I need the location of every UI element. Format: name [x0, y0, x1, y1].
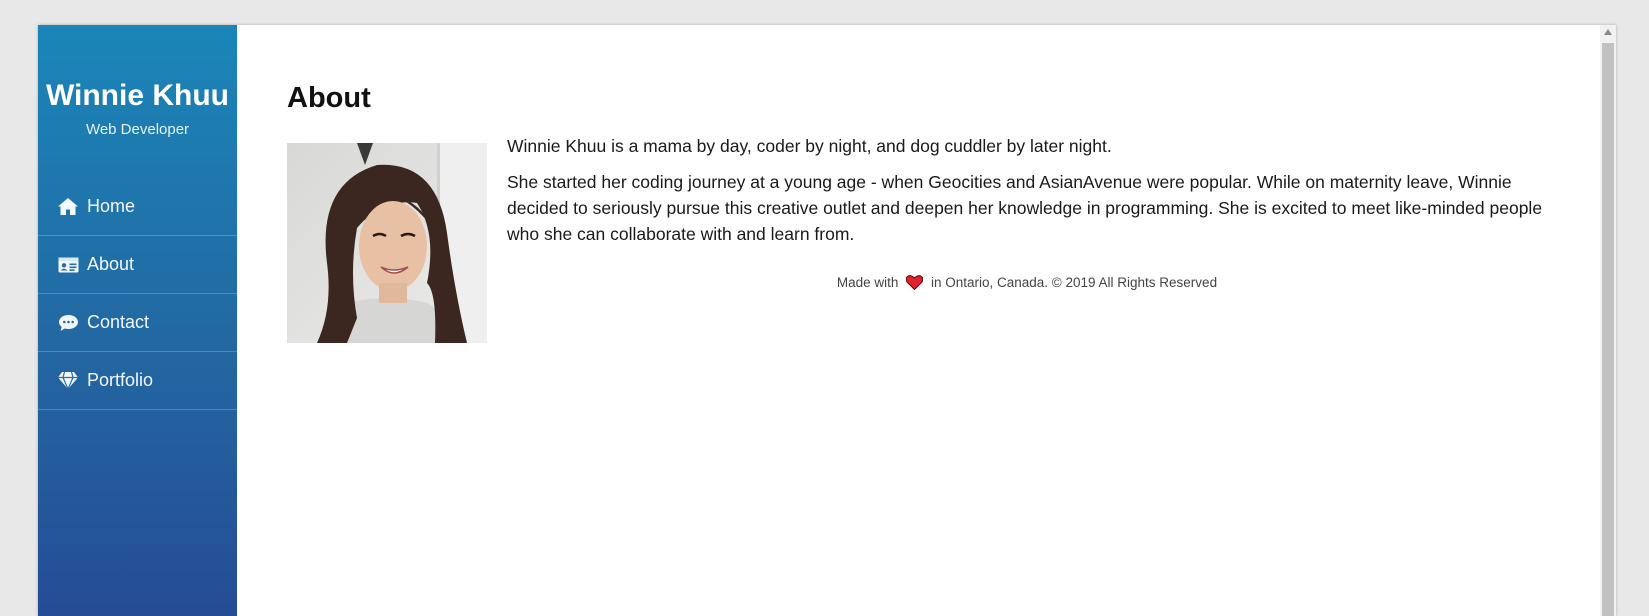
- comment-icon: [57, 314, 79, 332]
- page-title: About: [287, 82, 371, 114]
- sidebar-item-label: Home: [87, 196, 136, 216]
- vertical-scrollbar[interactable]: [1600, 25, 1616, 616]
- sidebar: Winnie Khuu Web Developer Home About Con…: [38, 25, 237, 616]
- bio-paragraph: She started her coding journey at a youn…: [507, 172, 1543, 244]
- browser-window: Winnie Khuu Web Developer Home About Con…: [38, 25, 1616, 616]
- gem-icon: [57, 372, 79, 390]
- main-content: About Winnie Khuu is a mama by day, code…: [237, 25, 1600, 616]
- profile-photo: [287, 143, 487, 343]
- footer-made-with: Made with: [836, 275, 899, 290]
- heart-icon: [905, 275, 924, 293]
- sidebar-item-label: About: [87, 254, 135, 274]
- brand-name: Winnie Khuu: [45, 79, 230, 112]
- scroll-thumb[interactable]: [1602, 43, 1614, 616]
- sidebar-item-about[interactable]: About: [38, 236, 237, 294]
- home-icon: [57, 198, 79, 216]
- sidebar-item-portfolio[interactable]: Portfolio: [38, 352, 237, 410]
- id-card-icon: [57, 256, 79, 274]
- scroll-up-arrow-icon[interactable]: [1604, 29, 1612, 35]
- sidebar-nav: Home About Contact Portfolio: [38, 178, 237, 410]
- footer-copyright: in Ontario, Canada. © 2019 All Rights Re…: [930, 275, 1218, 290]
- bio-paragraph: Winnie Khuu is a mama by day, coder by n…: [507, 136, 1112, 156]
- about-bio: Winnie Khuu is a mama by day, coder by n…: [507, 133, 1547, 257]
- brand-role: Web Developer: [85, 121, 190, 138]
- sidebar-item-home[interactable]: Home: [38, 178, 237, 236]
- sidebar-item-label: Portfolio: [87, 370, 154, 390]
- sidebar-item-label: Contact: [87, 312, 150, 332]
- footer: Made with in Ontario, Canada. © 2019 All…: [507, 275, 1547, 293]
- sidebar-item-contact[interactable]: Contact: [38, 294, 237, 352]
